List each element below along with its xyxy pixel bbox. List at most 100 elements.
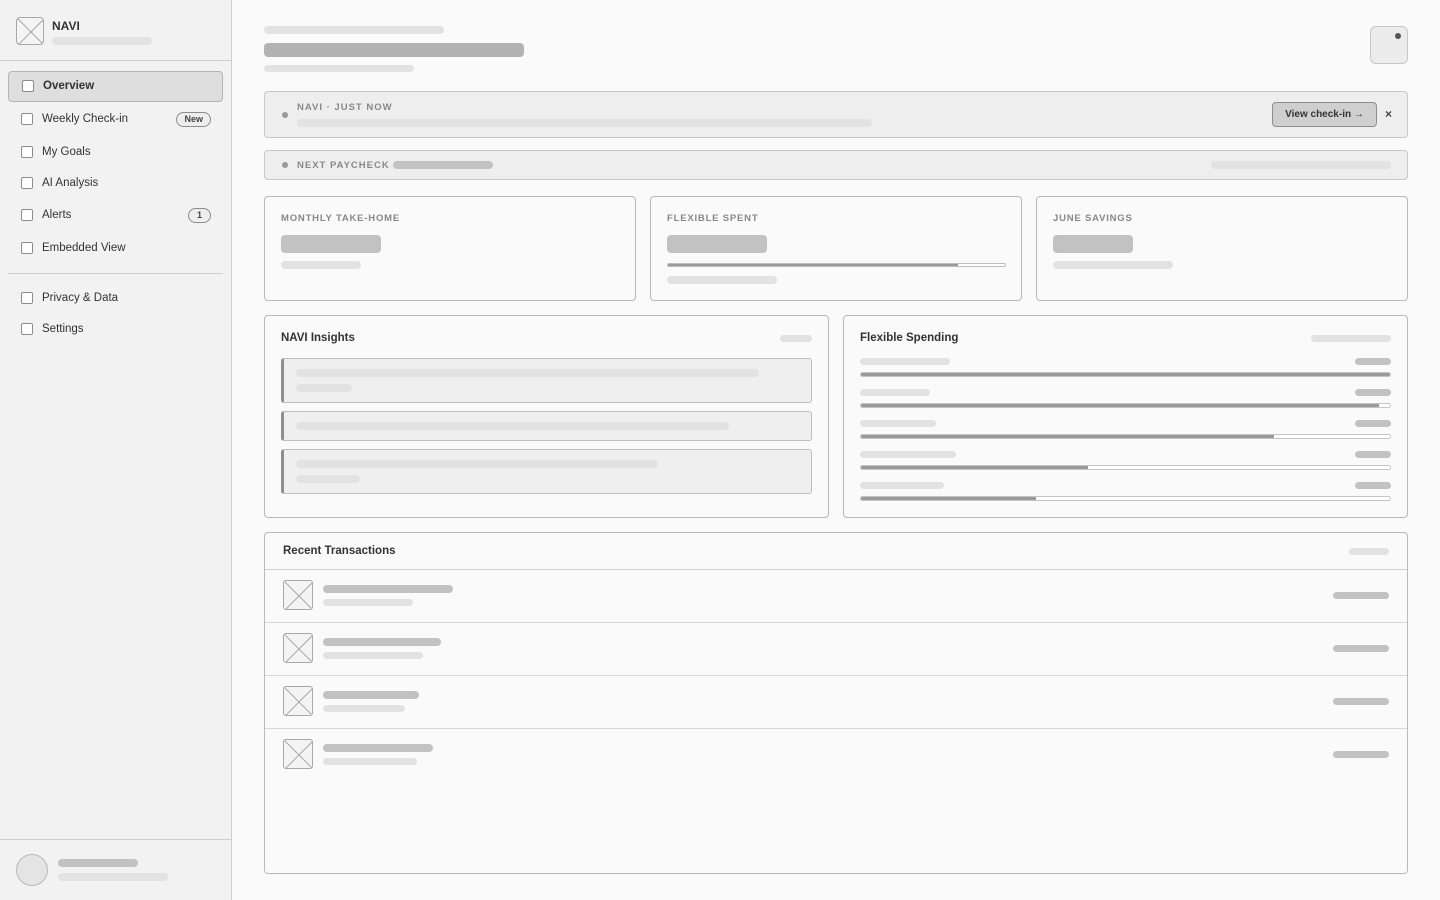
recent-transactions-panel: Recent Transactions — [264, 532, 1408, 874]
sidebar-item-weekly-check-in[interactable]: Weekly Check-in New — [8, 104, 223, 135]
view-check-in-button[interactable]: View check-in → — [1272, 102, 1377, 127]
stat-card-monthly-take-home: MONTHLY TAKE-HOME — [264, 196, 636, 301]
category-label-placeholder — [860, 420, 936, 427]
panel-title: Recent Transactions — [283, 545, 396, 557]
progress-fill — [861, 435, 1274, 438]
insight-line-placeholder — [296, 475, 360, 483]
notification-message-placeholder — [297, 119, 872, 127]
transaction-row[interactable] — [265, 729, 1407, 782]
progress-fill — [861, 466, 1089, 469]
stat-label: JUNE SAVINGS — [1053, 213, 1133, 224]
transaction-row[interactable] — [265, 676, 1407, 729]
navi-insights-panel: NAVI Insights — [264, 315, 829, 518]
flexible-spending-panel: Flexible Spending — [843, 315, 1408, 518]
merchant-placeholder-icon — [283, 580, 313, 610]
insight-line-placeholder — [296, 369, 759, 377]
close-icon[interactable]: × — [1385, 107, 1392, 121]
stat-caption-placeholder — [281, 261, 361, 269]
nav-box-icon — [22, 80, 34, 92]
stat-value-placeholder — [1053, 235, 1133, 253]
avatar — [16, 854, 48, 886]
flexible-spent-progress — [667, 263, 1006, 267]
next-paycheck-bar: NEXT PAYCHECK — [264, 150, 1408, 180]
category-progress — [860, 465, 1391, 470]
page-subtitle-placeholder — [264, 65, 414, 72]
sidebar: NAVI Overview Weekly Check-in New My Goa… — [0, 0, 232, 900]
category-amount-placeholder — [1355, 358, 1391, 365]
transaction-name-placeholder — [323, 638, 441, 646]
panel-title: Flexible Spending — [860, 332, 959, 344]
sidebar-item-label: Settings — [42, 323, 84, 335]
next-paycheck-label: NEXT PAYCHECK — [297, 160, 390, 171]
stat-card-flexible-spent: FLEXIBLE SPENT — [650, 196, 1022, 301]
sidebar-item-ai-analysis[interactable]: AI Analysis — [8, 168, 223, 199]
transaction-amount-placeholder — [1333, 698, 1389, 705]
insight-line-placeholder — [296, 460, 658, 468]
sidebar-item-label: Weekly Check-in — [42, 113, 129, 125]
category-label-placeholder — [860, 389, 930, 396]
transactions-header: Recent Transactions — [265, 533, 1407, 570]
nav-box-icon — [21, 242, 33, 254]
transaction-meta-placeholder — [323, 652, 423, 659]
panel-action-placeholder[interactable] — [1311, 335, 1391, 342]
nav-box-icon — [21, 146, 33, 158]
transaction-meta-placeholder — [323, 705, 405, 712]
transaction-amount-placeholder — [1333, 751, 1389, 758]
page-title-placeholder — [264, 43, 524, 57]
category-label-placeholder — [860, 451, 956, 458]
insight-card[interactable] — [281, 449, 812, 494]
sidebar-item-overview[interactable]: Overview — [8, 71, 223, 102]
progress-fill — [861, 373, 1390, 376]
progress-fill — [861, 497, 1036, 500]
stat-value-placeholder — [281, 235, 381, 253]
sidebar-item-label: Alerts — [42, 209, 72, 221]
category-amount-placeholder — [1355, 389, 1391, 396]
nav-box-icon — [21, 177, 33, 189]
transaction-name-placeholder — [323, 691, 419, 699]
panel-action-placeholder[interactable] — [1349, 548, 1389, 555]
category-amount-placeholder — [1355, 451, 1391, 458]
sidebar-item-label: Embedded View — [42, 242, 126, 254]
nav-box-icon — [21, 209, 33, 221]
user-name-placeholder — [58, 859, 138, 867]
sidebar-item-label: Privacy & Data — [42, 292, 119, 304]
alerts-count-badge: 1 — [188, 208, 211, 223]
insight-line-placeholder — [296, 384, 352, 392]
brand-subtitle-placeholder — [52, 37, 152, 45]
user-profile[interactable] — [0, 839, 231, 900]
new-badge: New — [176, 112, 211, 127]
transaction-row[interactable] — [265, 623, 1407, 676]
transaction-row[interactable] — [265, 570, 1407, 623]
category-label-placeholder — [860, 358, 950, 365]
sidebar-item-privacy-data[interactable]: Privacy & Data — [8, 283, 223, 314]
stat-label: MONTHLY TAKE-HOME — [281, 213, 400, 224]
sidebar-item-embedded-view[interactable]: Embedded View — [8, 233, 223, 264]
stat-card-june-savings: JUNE SAVINGS — [1036, 196, 1408, 301]
category-progress — [860, 496, 1391, 501]
breadcrumb-placeholder — [264, 26, 444, 34]
insight-line-placeholder — [296, 422, 729, 430]
nav-box-icon — [21, 113, 33, 125]
paycheck-amount-placeholder — [1211, 161, 1391, 169]
merchant-placeholder-icon — [283, 633, 313, 663]
transaction-amount-placeholder — [1333, 645, 1389, 652]
sidebar-item-my-goals[interactable]: My Goals — [8, 137, 223, 168]
notification-button[interactable] — [1370, 26, 1408, 64]
stat-caption-placeholder — [667, 276, 777, 284]
sidebar-item-alerts[interactable]: Alerts 1 — [8, 200, 223, 231]
panel-action-placeholder[interactable] — [780, 335, 812, 342]
logo-placeholder-icon — [16, 17, 44, 45]
notification-banner: NAVI · JUST NOW View check-in → × — [264, 91, 1408, 138]
category-progress — [860, 434, 1391, 439]
status-dot-icon — [282, 112, 288, 118]
progress-fill — [861, 404, 1380, 407]
transaction-amount-placeholder — [1333, 592, 1389, 599]
insight-card[interactable] — [281, 358, 812, 403]
category-amount-placeholder — [1355, 420, 1391, 427]
insight-card[interactable] — [281, 411, 812, 441]
sidebar-item-label: Overview — [43, 80, 95, 92]
stat-label: FLEXIBLE SPENT — [667, 213, 759, 224]
stat-caption-placeholder — [1053, 261, 1173, 269]
sidebar-item-settings[interactable]: Settings — [8, 314, 223, 345]
category-progress — [860, 403, 1391, 408]
